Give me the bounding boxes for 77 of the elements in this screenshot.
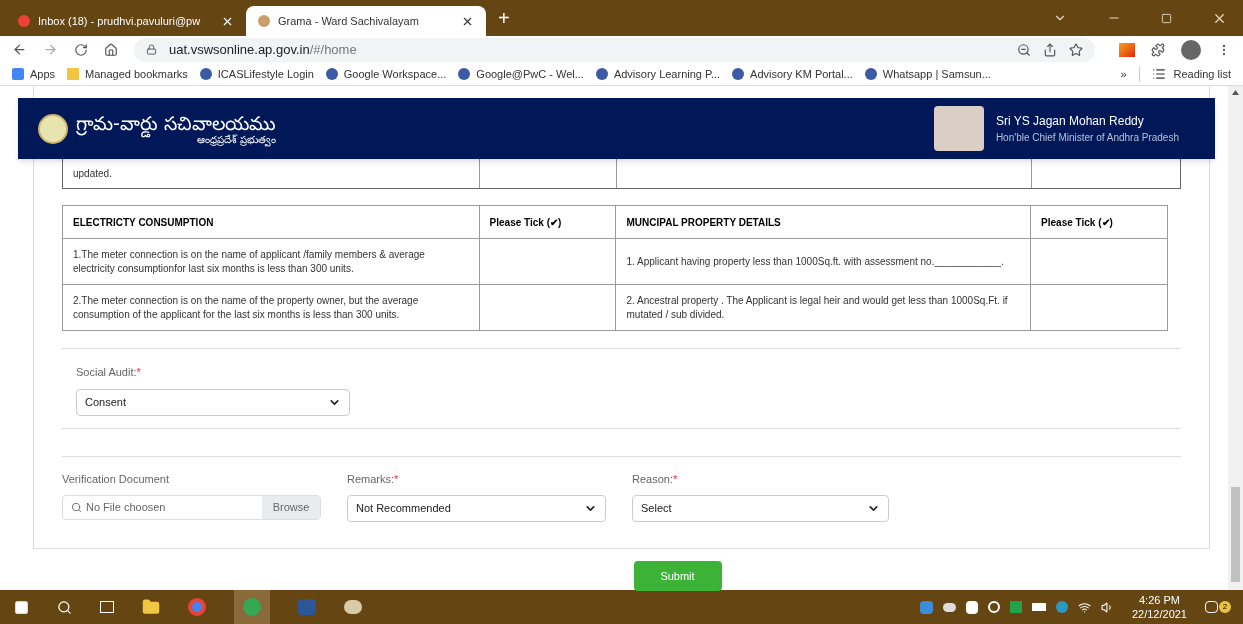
- table-cell: 1.The meter connection is on the name of applicant /family members & average electricity consumptionfor last six months is less than 300 units.: [73, 248, 425, 274]
- field-label: Reason:: [632, 471, 673, 487]
- required-mark: *: [673, 471, 678, 487]
- share-icon[interactable]: [1043, 42, 1057, 57]
- scrollbar[interactable]: [1228, 86, 1243, 590]
- back-icon[interactable]: [12, 42, 27, 57]
- field-label: Remarks:: [347, 471, 395, 487]
- browser-tab[interactable]: Grama - Ward Sachivalayam: [246, 6, 486, 36]
- site-subtitle: ఆంధ్రప్రదేశ్ ప్రభుత్వం: [196, 133, 276, 146]
- windows-start-icon[interactable]: [14, 599, 29, 615]
- tray-icon[interactable]: [942, 602, 956, 612]
- reading-list-button[interactable]: Reading list: [1138, 65, 1231, 83]
- bookmark-item[interactable]: Google@PwC - Wel...: [458, 65, 584, 83]
- bookmark-favicon-icon: [458, 68, 471, 80]
- zoom-out-icon[interactable]: [1017, 42, 1031, 57]
- scroll-thumb[interactable]: [1231, 487, 1240, 582]
- puzzle-icon[interactable]: [1151, 42, 1165, 57]
- person-name: Sri YS Jagan Mohan Reddy: [995, 113, 1145, 130]
- bookmark-favicon-icon: [67, 68, 80, 80]
- new-tab-button[interactable]: +: [486, 3, 522, 36]
- tab-favicon-icon: [18, 15, 30, 27]
- column-header: MUNCIPAL PROPERTY DETAILS: [616, 205, 1031, 239]
- address-bar[interactable]: uat.vswsonline.ap.gov.in/#/home: [134, 37, 1095, 62]
- avatar-icon[interactable]: [1181, 39, 1201, 60]
- person-role: Hon'ble Chief Minister of Andhra Pradesh: [995, 131, 1179, 145]
- column-header: Please Tick (✔): [1030, 205, 1168, 239]
- home-icon[interactable]: [104, 42, 118, 57]
- task-view-icon[interactable]: [100, 601, 114, 613]
- tray-icon[interactable]: [987, 601, 1000, 613]
- emblem-icon: [38, 113, 68, 144]
- more-bookmarks-button[interactable]: »: [1120, 65, 1127, 83]
- url-text: uat.vswsonline.ap.gov.in/#/home: [169, 40, 357, 59]
- select-field[interactable]: Consent: [76, 388, 350, 416]
- column-header: ELECTRICTY CONSUMPTION: [62, 205, 480, 239]
- photo-placeholder: [933, 106, 984, 151]
- tray-icon[interactable]: [965, 600, 978, 614]
- bookmark-item[interactable]: Managed bookmarks: [67, 65, 188, 83]
- folder-icon[interactable]: [142, 598, 160, 616]
- search-icon[interactable]: [57, 599, 72, 615]
- table-cell: 2. Ancestral property . The Applicant is legal heir and would get less than 1000Sq.Ft. if mutated / sub divided.: [626, 294, 1008, 320]
- tab-favicon-icon: [258, 15, 270, 27]
- bookmark-item[interactable]: Advisory Learning P...: [595, 65, 721, 83]
- column-header: Please Tick (✔): [479, 205, 616, 239]
- required-mark: *: [394, 471, 399, 487]
- field-label: Social Audit:: [76, 365, 137, 380]
- table-cell: 1. Applicant having property less than 1000Sq.ft. with assessment no.____________.: [626, 255, 1004, 267]
- list-icon: [1151, 67, 1166, 81]
- bookmark-item[interactable]: Advisory KM Portal...: [732, 65, 853, 83]
- table-cell: updated.: [63, 156, 480, 188]
- browser-tab[interactable]: Inbox (18) - prudhvi.pavuluri@pw: [6, 6, 246, 36]
- bookmark-item[interactable]: ICASLifestyle Login: [199, 65, 314, 83]
- select-field[interactable]: Select: [632, 495, 889, 522]
- table-cell: 2.The meter connection is on the name of the property owner, but the average consumption of the applicant for the last six months is less than 300 units.: [73, 294, 419, 320]
- select-field[interactable]: Not Recommended: [347, 495, 606, 522]
- speaker-icon[interactable]: [1100, 600, 1114, 614]
- bookmark-favicon-icon: [325, 68, 338, 80]
- restore-icon[interactable]: [1161, 12, 1172, 24]
- bookmark-favicon-icon: [595, 68, 608, 80]
- wifi-icon[interactable]: [1077, 600, 1091, 614]
- field-label: Verification Document: [62, 471, 169, 487]
- star-icon[interactable]: [1069, 42, 1083, 57]
- notification-icon[interactable]: [1205, 601, 1218, 613]
- clock[interactable]: 4:26 PM 22/12/2021: [1131, 593, 1187, 621]
- scroll-up-arrow-icon[interactable]: [1232, 90, 1239, 95]
- lock-icon: [146, 44, 157, 55]
- bookmark-item[interactable]: Whatsapp | Samsun...: [864, 65, 991, 83]
- required-mark: *: [136, 365, 141, 380]
- bookmark-favicon-icon: [12, 68, 24, 80]
- bookmark-favicon-icon: [199, 68, 212, 80]
- bookmark-favicon-icon: [864, 68, 877, 80]
- battery-icon[interactable]: [1031, 603, 1046, 611]
- reload-icon[interactable]: [74, 42, 88, 57]
- notification-badge: 2: [1219, 601, 1231, 613]
- bookmark-favicon-icon: [732, 68, 745, 80]
- bookmark-item[interactable]: Apps: [12, 65, 56, 83]
- extension-icon[interactable]: [1119, 42, 1135, 57]
- bookmark-item[interactable]: Google Workspace...: [325, 65, 447, 83]
